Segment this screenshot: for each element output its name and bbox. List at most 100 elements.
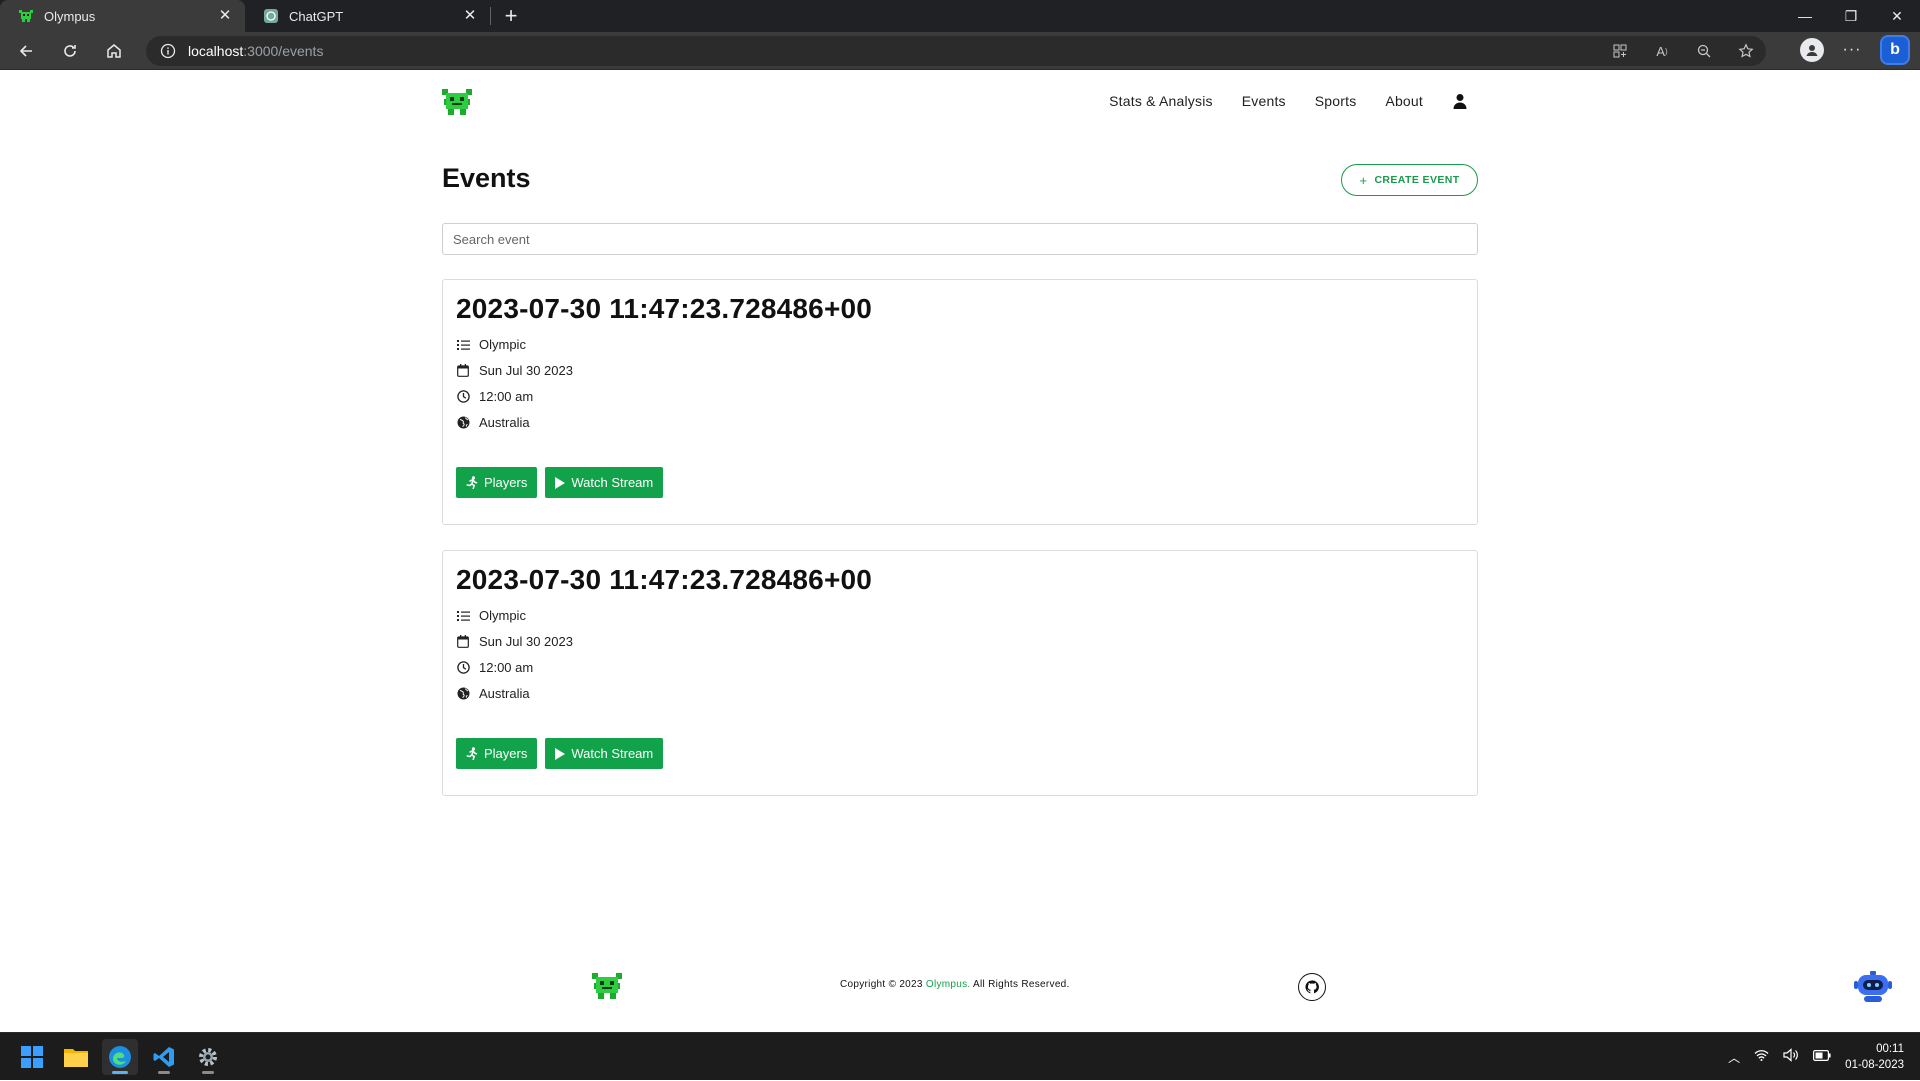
calendar-icon <box>456 635 470 649</box>
event-card: 2023-07-30 11:47:23.728486+00 Olympic Su… <box>442 279 1478 525</box>
apps-icon[interactable] <box>1610 41 1630 61</box>
watch-stream-label: Watch Stream <box>571 475 654 490</box>
page-title: Events <box>442 163 531 193</box>
copyright-suffix: All Rights Reserved. <box>970 979 1070 990</box>
user-account-icon[interactable] <box>1452 93 1468 109</box>
reload-icon[interactable] <box>52 35 88 67</box>
vscode-icon[interactable] <box>146 1039 182 1075</box>
edge-browser-icon[interactable] <box>102 1039 138 1075</box>
event-time-row: 12:00 am <box>456 660 533 675</box>
zoom-out-icon[interactable] <box>1694 41 1714 61</box>
bing-copilot-icon[interactable]: b <box>1880 35 1910 65</box>
window-controls: — ❐ ✕ <box>1782 0 1920 32</box>
restore-icon[interactable]: ❐ <box>1828 0 1874 32</box>
event-card: 2023-07-30 11:47:23.728486+00 Olympic Su… <box>442 550 1478 796</box>
create-event-button[interactable]: + CREATE EVENT <box>1341 164 1478 196</box>
globe-icon <box>456 687 470 701</box>
tab-close-icon[interactable]: ✕ <box>462 8 478 24</box>
running-person-icon <box>466 476 478 489</box>
main-nav: Stats & Analysis Events Sports About <box>1109 93 1468 109</box>
create-event-label: CREATE EVENT <box>1374 174 1460 186</box>
tab-olympus[interactable]: Olympus ✕ <box>0 0 245 32</box>
favorite-star-icon[interactable] <box>1736 41 1756 61</box>
nav-sports[interactable]: Sports <box>1315 93 1357 109</box>
event-date: Sun Jul 30 2023 <box>479 363 573 378</box>
calendar-icon <box>456 364 470 378</box>
tab-close-icon[interactable]: ✕ <box>217 8 233 24</box>
clock-icon <box>456 661 470 675</box>
chevron-up-icon[interactable]: ︿ <box>1728 1049 1740 1066</box>
browser-tab-strip: Olympus ✕ ChatGPT ✕ + — ❐ ✕ <box>0 0 1920 32</box>
nav-about[interactable]: About <box>1385 93 1423 109</box>
system-clock[interactable]: 00:11 01-08-2023 <box>1845 1041 1904 1073</box>
tab-divider <box>490 7 491 25</box>
event-date-row: Sun Jul 30 2023 <box>456 634 573 649</box>
event-category-row: Olympic <box>456 337 526 352</box>
watch-stream-button[interactable]: Watch Stream <box>545 738 664 769</box>
home-icon[interactable] <box>96 35 132 67</box>
olympus-logo-icon[interactable] <box>442 87 472 117</box>
github-icon[interactable] <box>1298 973 1326 1001</box>
tab-title: Olympus <box>44 8 96 24</box>
watch-stream-button[interactable]: Watch Stream <box>545 467 664 498</box>
windows-taskbar: ︿ 00:11 01-08-2023 <box>0 1032 1920 1080</box>
event-date: Sun Jul 30 2023 <box>479 634 573 649</box>
event-time: 12:00 am <box>479 660 534 675</box>
event-title: 2023-07-30 11:47:23.728486+00 <box>456 293 873 324</box>
battery-icon[interactable] <box>1813 1048 1831 1066</box>
olympus-favicon-icon <box>18 8 34 24</box>
players-button[interactable]: Players <box>456 467 538 498</box>
nav-events[interactable]: Events <box>1242 93 1286 109</box>
file-explorer-icon[interactable] <box>58 1039 94 1075</box>
volume-icon[interactable] <box>1783 1047 1799 1067</box>
event-actions: Players Watch Stream <box>456 738 664 769</box>
address-bar[interactable]: localhost:3000/events A) <box>146 36 1766 66</box>
plus-icon: + <box>1359 172 1368 188</box>
players-label: Players <box>484 746 528 761</box>
play-icon <box>555 476 566 489</box>
players-label: Players <box>484 475 528 490</box>
wifi-icon[interactable] <box>1754 1048 1769 1066</box>
footer-brand-link[interactable]: Olympus. <box>926 979 971 990</box>
tab-chatgpt[interactable]: ChatGPT ✕ <box>245 0 490 32</box>
event-title: 2023-07-30 11:47:23.728486+00 <box>456 564 873 595</box>
clock-icon <box>456 390 470 404</box>
nav-stats-analysis[interactable]: Stats & Analysis <box>1109 93 1213 109</box>
system-tray: ︿ 00:11 01-08-2023 <box>1728 1033 1904 1081</box>
players-button[interactable]: Players <box>456 738 538 769</box>
profile-avatar-icon[interactable] <box>1800 38 1824 62</box>
url-path: :3000/events <box>243 43 324 59</box>
read-aloud-icon[interactable]: A) <box>1652 41 1672 61</box>
minimize-icon[interactable]: — <box>1782 0 1828 32</box>
tab-title: ChatGPT <box>289 8 344 24</box>
running-person-icon <box>466 747 478 760</box>
chatgpt-favicon-icon <box>263 8 279 24</box>
globe-icon <box>456 416 470 430</box>
close-window-icon[interactable]: ✕ <box>1874 0 1920 32</box>
event-location: Australia <box>479 686 530 701</box>
copyright-prefix: Copyright © 2023 <box>840 979 926 990</box>
event-category: Olympic <box>479 337 526 352</box>
back-icon[interactable] <box>8 35 44 67</box>
event-location: Australia <box>479 415 530 430</box>
site-info-icon[interactable] <box>160 43 176 59</box>
clock-time: 00:11 <box>1876 1043 1904 1055</box>
event-location-row: Australia <box>456 415 530 430</box>
event-category-row: Olympic <box>456 608 526 623</box>
footer-copyright: Copyright © 2023 Olympus. All Rights Res… <box>840 979 1070 990</box>
event-actions: Players Watch Stream <box>456 467 664 498</box>
event-time: 12:00 am <box>479 389 534 404</box>
more-options-icon[interactable]: ··· <box>1840 41 1864 59</box>
browser-right-tools: ··· b <box>1800 35 1910 65</box>
settings-gear-icon[interactable] <box>190 1039 226 1075</box>
event-time-row: 12:00 am <box>456 389 533 404</box>
new-tab-icon[interactable]: + <box>495 0 527 32</box>
windows-start-icon[interactable] <box>14 1039 50 1075</box>
search-event-input[interactable] <box>442 223 1478 255</box>
url-host: localhost <box>188 43 244 59</box>
list-icon <box>456 338 470 352</box>
footer-logo-icon[interactable] <box>592 971 622 1001</box>
chatbot-icon[interactable] <box>1852 969 1894 1005</box>
event-category: Olympic <box>479 608 526 623</box>
address-bar-actions: A) <box>1610 41 1756 61</box>
